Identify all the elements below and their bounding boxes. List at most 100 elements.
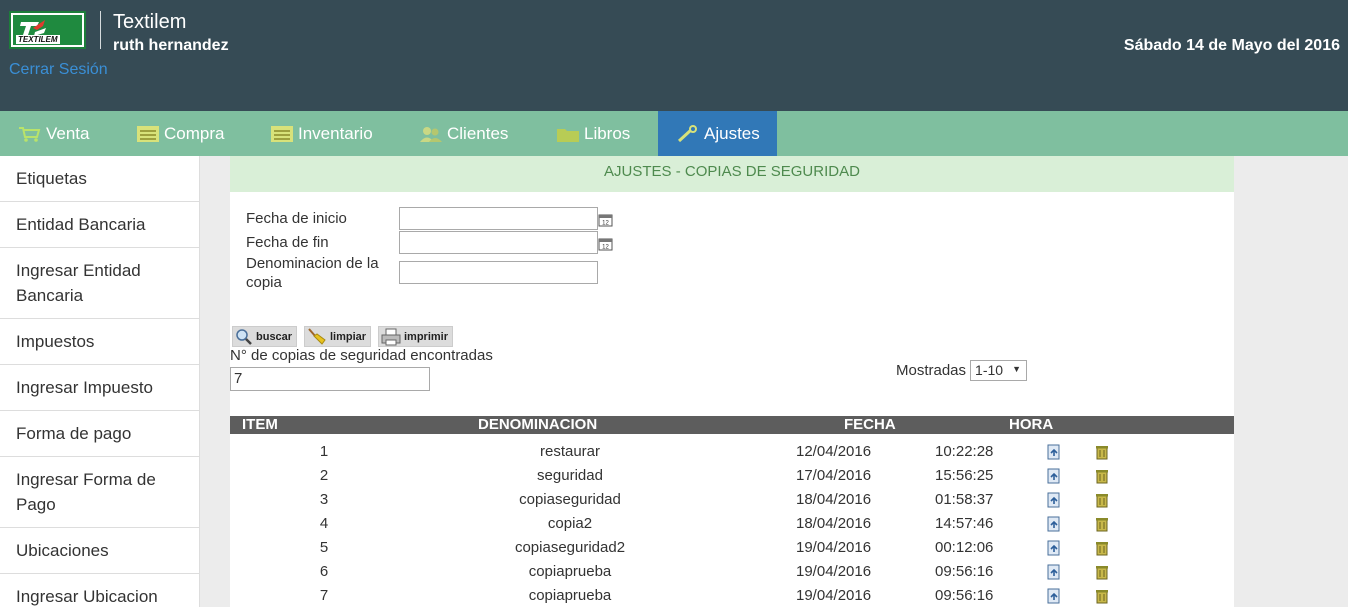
table-row: 3 copiaseguridad 18/04/2016 01:58:37 — [230, 488, 1234, 512]
printer-icon — [381, 328, 401, 345]
row-denominacion: seguridad — [537, 467, 603, 484]
restore-icon[interactable] — [1046, 492, 1062, 508]
nav-item-clientes[interactable]: Clientes — [401, 111, 531, 156]
delete-icon[interactable] — [1094, 492, 1110, 508]
logo-text: TEXTILEM — [16, 35, 60, 44]
search-button[interactable]: buscar — [232, 326, 298, 347]
row-denominacion: copia2 — [547, 515, 593, 532]
row-fecha: 19/04/2016 — [796, 587, 872, 604]
page-size-control: Mostradas 1-10 ▼ — [896, 360, 1028, 381]
row-denominacion: copiaprueba — [528, 587, 612, 604]
magnifier-icon — [236, 328, 252, 345]
logout-link[interactable]: Cerrar Sesión — [9, 61, 108, 79]
nav-item-libros[interactable]: Libros — [538, 111, 648, 156]
table-row: 7 copiaprueba 19/04/2016 09:56:16 — [230, 584, 1234, 607]
nav-item-inventario[interactable]: Inventario — [252, 111, 402, 156]
sidebar-item-entidad-bancaria[interactable]: Entidad Bancaria — [0, 202, 199, 248]
row-item: 5 — [319, 539, 329, 556]
print-button[interactable]: imprimir — [378, 326, 454, 347]
broom-icon — [308, 327, 326, 345]
results-count-field: 7 — [230, 367, 430, 391]
restore-icon[interactable] — [1046, 540, 1062, 556]
row-hora: 00:12:06 — [935, 539, 994, 556]
current-date: Sábado 14 de Mayo del 2016 — [1123, 37, 1340, 54]
row-hora: 15:56:25 — [935, 467, 994, 484]
folder-icon — [557, 128, 579, 142]
page-title: AJUSTES - COPIAS DE SEGURIDAD — [230, 156, 1234, 192]
table-row: 4 copia2 18/04/2016 14:57:46 — [230, 512, 1234, 536]
end-date-input[interactable] — [399, 231, 598, 254]
start-date-label: Fecha de inicio — [246, 210, 347, 227]
column-header-item: ITEM — [242, 416, 278, 433]
page-size-select[interactable]: 1-10 ▼ — [970, 360, 1028, 381]
nav-item-compra[interactable]: Compra — [118, 111, 246, 156]
delete-icon[interactable] — [1094, 564, 1110, 580]
nav-item-ajustes[interactable]: Ajustes — [658, 111, 777, 156]
sidebar-item-forma-de-pago[interactable]: Forma de pago — [0, 411, 199, 457]
row-item: 6 — [319, 563, 329, 580]
row-denominacion: restaurar — [539, 443, 601, 460]
restore-icon[interactable] — [1046, 516, 1062, 532]
print-button-label: imprimir — [404, 330, 449, 343]
sidebar-item-ubicaciones[interactable]: Ubicaciones — [0, 528, 199, 574]
sidebar-item-ingresar-ubicacion[interactable]: Ingresar Ubicacion — [0, 574, 199, 607]
delete-icon[interactable] — [1094, 444, 1110, 460]
row-fecha: 19/04/2016 — [796, 539, 872, 556]
app-title: Textilem — [113, 11, 187, 33]
nav-label: Libros — [584, 123, 631, 143]
clear-button[interactable]: limpiar — [304, 326, 372, 347]
sidebar-item-ingresar-impuesto[interactable]: Ingresar Impuesto — [0, 365, 199, 411]
results-count-label: N° de copias de seguridad encontradas — [230, 347, 493, 364]
search-button-label: buscar — [256, 330, 293, 343]
column-header-fecha: FECHA — [844, 416, 896, 433]
column-header-denominacion: DENOMINACION — [478, 416, 598, 433]
sidebar-item-ingresar-entidad-bancaria[interactable]: Ingresar Entidad Bancaria — [0, 248, 199, 319]
sidebar-item-ingresar-forma-de-pago[interactable]: Ingresar Forma de Pago — [0, 457, 199, 528]
clear-button-label: limpiar — [330, 330, 367, 343]
calendar-icon[interactable]: 12 — [598, 236, 613, 251]
nav-item-venta[interactable]: Venta — [0, 111, 110, 156]
copy-name-input[interactable] — [399, 261, 598, 284]
header-divider — [100, 11, 101, 49]
row-item: 1 — [319, 443, 329, 460]
row-fecha: 17/04/2016 — [796, 467, 872, 484]
users-icon — [420, 126, 442, 142]
row-hora: 10:22:28 — [935, 443, 994, 460]
row-fecha: 18/04/2016 — [796, 491, 872, 508]
row-hora: 09:56:16 — [935, 587, 994, 604]
row-hora: 14:57:46 — [935, 515, 994, 532]
sidebar-item-impuestos[interactable]: Impuestos — [0, 319, 199, 365]
calendar-icon[interactable]: 12 — [598, 212, 613, 227]
restore-icon[interactable] — [1046, 588, 1062, 604]
restore-icon[interactable] — [1046, 564, 1062, 580]
top-header: TEXTILEM Textilem ruth hernandez Cerrar … — [0, 0, 1348, 111]
table-row: 5 copiaseguridad2 19/04/2016 00:12:06 — [230, 536, 1234, 560]
row-hora: 01:58:37 — [935, 491, 994, 508]
delete-icon[interactable] — [1094, 588, 1110, 604]
chevron-down-icon: ▼ — [1012, 364, 1022, 374]
list-icon — [271, 125, 293, 142]
start-date-input[interactable] — [399, 207, 598, 230]
delete-icon[interactable] — [1094, 540, 1110, 556]
copy-name-label: Denominacion de la copia — [246, 255, 379, 291]
row-denominacion: copiaprueba — [528, 563, 612, 580]
company-logo[interactable]: TEXTILEM — [9, 11, 86, 49]
row-hora: 09:56:16 — [935, 563, 994, 580]
row-fecha: 12/04/2016 — [796, 443, 872, 460]
svg-text:12: 12 — [602, 221, 609, 227]
restore-icon[interactable] — [1046, 468, 1062, 484]
nav-label: Ajustes — [704, 123, 760, 143]
svg-text:12: 12 — [602, 245, 609, 251]
table-row: 2 seguridad 17/04/2016 15:56:25 — [230, 464, 1234, 488]
list-icon — [137, 125, 159, 142]
column-header-hora: HORA — [1009, 416, 1054, 433]
page-size-value: 1-10 — [975, 362, 1004, 378]
restore-icon[interactable] — [1046, 444, 1062, 460]
wrench-icon — [677, 124, 697, 142]
row-fecha: 18/04/2016 — [796, 515, 872, 532]
delete-icon[interactable] — [1094, 468, 1110, 484]
delete-icon[interactable] — [1094, 516, 1110, 532]
table-row: 1 restaurar 12/04/2016 10:22:28 — [230, 440, 1234, 464]
sidebar-item-etiquetas[interactable]: Etiquetas — [0, 156, 199, 202]
table-row: 6 copiaprueba 19/04/2016 09:56:16 — [230, 560, 1234, 584]
